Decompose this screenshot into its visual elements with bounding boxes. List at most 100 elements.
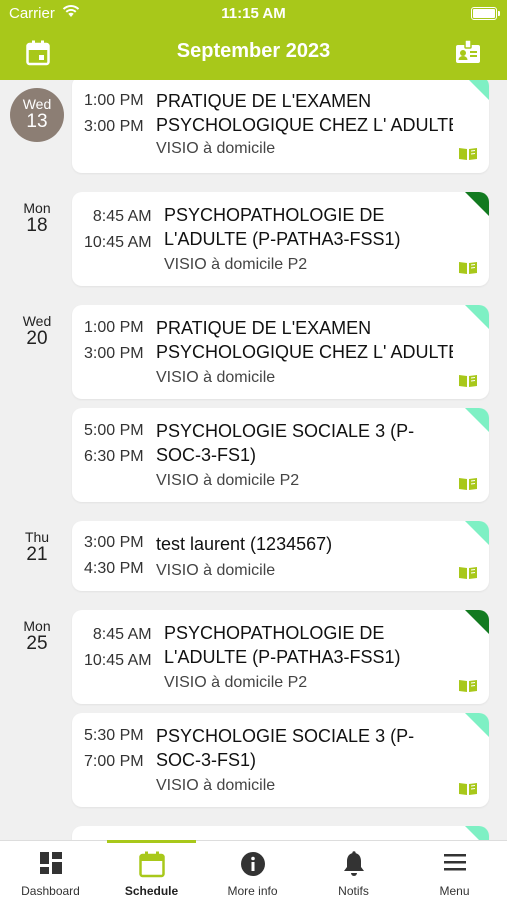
app-header: Carrier 11:15 AM September 2023 <box>0 0 507 80</box>
event-title: PRATIQUE DE L'EXAMEN PSYCHOLOGIQUE CHEZ … <box>156 316 453 364</box>
schedule-list[interactable]: Wed 13 1:00 PM 3:00 PM PRATIQUE DE L'EXA… <box>0 80 507 840</box>
event-card[interactable]: 5:00 PM 6:30 PM PSYCHOLOGIE SOCIALE 3 (P… <box>72 408 489 502</box>
event-location: VISIO à domicile P2 <box>156 472 300 489</box>
event-card[interactable]: 3:00 PM 4:30 PM test laurent (1234567) V… <box>72 521 489 591</box>
event-title-line2: SOC-3-FS1) <box>156 445 257 465</box>
tab-label: Menu <box>439 884 470 898</box>
event-times: 5:30 PM 7:00 PM <box>84 723 144 775</box>
event-start: 1:00 PM <box>84 319 144 336</box>
event-start: 8:45 AM <box>92 626 152 643</box>
status-time: 11:15 AM <box>221 5 286 22</box>
day-of-week: Wed <box>22 313 52 329</box>
book-icon <box>459 262 477 274</box>
event-end: 3:00 PM <box>84 118 144 135</box>
event-card[interactable]: 5:30 PM 7:00 PM PSYCHOLOGIE SOCIALE 3 (P… <box>72 713 489 807</box>
event-end: 10:45 AM <box>84 234 152 251</box>
event-end: 7:00 PM <box>84 753 144 770</box>
event-card-partial[interactable] <box>72 826 489 840</box>
event-status-marker <box>465 192 489 216</box>
day-of-week: Wed <box>22 96 52 112</box>
event-location: VISIO à domicile <box>156 562 276 579</box>
event-title-line1: PRATIQUE DE L'EXAMEN <box>156 91 372 111</box>
event-times: 1:00 PM 3:00 PM <box>84 315 144 367</box>
event-times: 5:00 PM 6:30 PM <box>84 418 144 470</box>
event-start: 1:00 PM <box>84 92 144 109</box>
event-end: 4:30 PM <box>84 560 144 577</box>
day-of-week: Mon <box>23 200 51 216</box>
event-status-marker <box>465 826 489 840</box>
status-bar: Carrier 11:15 AM <box>0 4 507 24</box>
event-title: PSYCHOLOGIE SOCIALE 3 (P- SOC-3-FS1) <box>156 419 453 467</box>
book-icon <box>459 148 477 160</box>
nav-bar: September 2023 <box>0 28 507 78</box>
event-start: 3:00 PM <box>84 534 144 551</box>
event-times: 8:45 AM 10:45 AM <box>84 622 152 674</box>
battery-icon <box>471 7 500 20</box>
day-badge-today: Wed 13 <box>10 88 64 142</box>
event-title-line1: test laurent (1234567) <box>156 534 333 554</box>
event-end: 3:00 PM <box>84 345 144 362</box>
day-number: 21 <box>26 544 48 565</box>
event-title-line2: L'ADULTE (P-PATHA3-FSS1) <box>164 647 401 667</box>
event-card[interactable]: 8:45 AM 10:45 AM PSYCHOPATHOLOGIE DE L'A… <box>72 610 489 704</box>
event-title: test laurent (1234567) <box>156 532 453 556</box>
event-title-line1: PSYCHOLOGIE SOCIALE 3 (P- <box>156 421 415 441</box>
day-label: Wed 20 <box>10 313 64 350</box>
day-label: Mon 25 <box>10 618 64 655</box>
event-title-line1: PSYCHOPATHOLOGIE DE <box>164 623 385 643</box>
event-location: VISIO à domicile P2 <box>164 674 308 691</box>
book-icon <box>459 478 477 490</box>
event-title: PSYCHOPATHOLOGIE DE L'ADULTE (P-PATHA3-F… <box>164 203 453 251</box>
tab-schedule[interactable]: Schedule <box>101 840 202 900</box>
event-status-marker <box>465 521 489 545</box>
calendar-icon <box>101 851 202 878</box>
tab-dashboard[interactable]: Dashboard <box>0 841 101 900</box>
tab-label: Schedule <box>124 884 179 898</box>
id-card-icon[interactable] <box>455 39 481 70</box>
event-card[interactable]: 8:45 AM 10:45 AM PSYCHOPATHOLOGIE DE L'A… <box>72 192 489 286</box>
event-location: VISIO à domicile <box>156 140 276 157</box>
event-end: 10:45 AM <box>84 652 152 669</box>
info-icon <box>202 851 303 877</box>
day-number: 20 <box>26 328 48 349</box>
event-title-line2: L'ADULTE (P-PATHA3-FSS1) <box>164 229 401 249</box>
event-location: VISIO à domicile <box>156 777 276 794</box>
event-title-line2: SOC-3-FS1) <box>156 750 257 770</box>
event-start: 8:45 AM <box>92 208 152 225</box>
event-status-marker <box>465 408 489 432</box>
event-location: VISIO à domicile P2 <box>164 256 308 273</box>
event-status-marker <box>465 713 489 737</box>
event-title-line1: PSYCHOPATHOLOGIE DE <box>164 205 385 225</box>
tab-menu[interactable]: Menu <box>404 841 505 900</box>
event-status-marker <box>465 80 489 100</box>
book-icon <box>459 680 477 692</box>
event-status-marker <box>465 305 489 329</box>
day-label: Mon 18 <box>10 200 64 237</box>
event-times: 8:45 AM 10:45 AM <box>84 204 152 256</box>
event-status-marker <box>465 610 489 634</box>
event-title-line1: PSYCHOLOGIE SOCIALE 3 (P- <box>156 726 415 746</box>
tab-label: More info <box>227 884 278 898</box>
page-title: September 2023 <box>176 40 331 62</box>
event-title: PSYCHOPATHOLOGIE DE L'ADULTE (P-PATHA3-F… <box>164 621 453 669</box>
event-card[interactable]: 1:00 PM 3:00 PM PRATIQUE DE L'EXAMEN PSY… <box>72 305 489 399</box>
event-card[interactable]: 1:00 PM 3:00 PM PRATIQUE DE L'EXAMEN PSY… <box>72 80 489 173</box>
event-title-line2: PSYCHOLOGIQUE CHEZ L' ADULTE <box>156 115 453 135</box>
hamburger-icon <box>404 851 505 877</box>
event-times: 3:00 PM 4:30 PM <box>84 530 144 582</box>
event-times: 1:00 PM 3:00 PM <box>84 88 144 140</box>
day-number: 25 <box>26 633 48 654</box>
day-of-week: Thu <box>24 529 50 545</box>
day-label: Thu 21 <box>10 529 64 566</box>
tab-label: Dashboard <box>21 884 80 898</box>
book-icon <box>459 375 477 387</box>
tab-notifs[interactable]: Notifs <box>303 841 404 900</box>
event-title-line1: PRATIQUE DE L'EXAMEN <box>156 318 372 338</box>
active-tab-indicator <box>107 840 196 843</box>
event-location: VISIO à domicile <box>156 369 276 386</box>
tab-more-info[interactable]: More info <box>202 841 303 900</box>
event-start: 5:00 PM <box>84 422 144 439</box>
event-end: 6:30 PM <box>84 448 144 465</box>
book-icon <box>459 783 477 795</box>
dashboard-icon <box>0 851 101 877</box>
